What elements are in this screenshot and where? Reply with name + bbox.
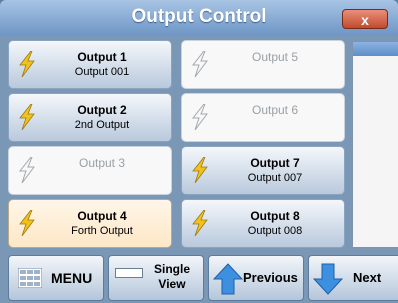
output-name: Output 3	[78, 156, 126, 170]
single-view-label-line1: Single	[153, 262, 190, 276]
output-name: Output 8	[250, 209, 300, 223]
keypad-icon	[18, 268, 42, 288]
lightning-bolt-icon	[18, 157, 35, 183]
side-panel-header	[353, 42, 398, 56]
lightning-bolt-icon	[19, 51, 35, 77]
output-1-button[interactable]: Output 1 Output 001	[8, 40, 172, 89]
output-subtitle: Output 007	[247, 172, 303, 184]
output-subtitle: Output 008	[247, 225, 303, 237]
lightning-bolt-icon	[191, 104, 208, 130]
output-name: Output 1	[77, 50, 127, 64]
title-bar: Output Control x	[0, 0, 398, 36]
single-view-icon	[115, 268, 143, 278]
arrow-up-icon	[213, 263, 243, 295]
output-subtitle: Output 001	[74, 66, 130, 78]
output-2-button[interactable]: Output 2 2nd Output	[8, 93, 172, 142]
window-title: Output Control	[131, 6, 267, 27]
next-button[interactable]: Next	[308, 255, 398, 301]
output-subtitle: 2nd Output	[74, 119, 130, 131]
output-7-button[interactable]: Output 7 Output 007	[181, 146, 345, 195]
output-5-button[interactable]: Output 5	[181, 40, 345, 89]
lightning-bolt-icon	[192, 157, 208, 183]
outputs-grid: Output 1 Output 001 Output 5 Output 2 2n…	[8, 40, 348, 248]
output-name: Output 2	[77, 103, 127, 117]
output-name: Output 4	[77, 209, 127, 223]
output-3-button[interactable]: Output 3	[8, 146, 172, 195]
single-view-button[interactable]: Single View	[108, 255, 204, 301]
output-6-button[interactable]: Output 6	[181, 93, 345, 142]
bottom-toolbar: MENU Single View Previous Next	[0, 250, 398, 303]
single-view-label-line2: View	[158, 277, 186, 291]
output-name: Output 7	[250, 156, 300, 170]
output-8-button[interactable]: Output 8 Output 008	[181, 199, 345, 248]
previous-button[interactable]: Previous	[208, 255, 304, 301]
lightning-bolt-icon	[192, 210, 208, 236]
next-label: Next	[353, 270, 382, 285]
lightning-bolt-icon	[19, 104, 35, 130]
lightning-bolt-icon	[191, 51, 208, 77]
arrow-down-icon	[313, 263, 343, 295]
menu-label: MENU	[51, 270, 93, 286]
side-panel	[352, 41, 398, 248]
output-name: Output 6	[251, 103, 299, 117]
menu-button[interactable]: MENU	[8, 255, 104, 301]
output-subtitle: Forth Output	[71, 225, 133, 237]
output-name: Output 5	[251, 50, 299, 64]
previous-label: Previous	[243, 270, 298, 285]
lightning-bolt-icon	[19, 210, 35, 236]
output-4-button[interactable]: Output 4 Forth Output	[8, 199, 172, 248]
close-button[interactable]: x	[342, 9, 388, 29]
output-control-window: Output Control x Output 1 Output 001 Out…	[0, 0, 398, 303]
